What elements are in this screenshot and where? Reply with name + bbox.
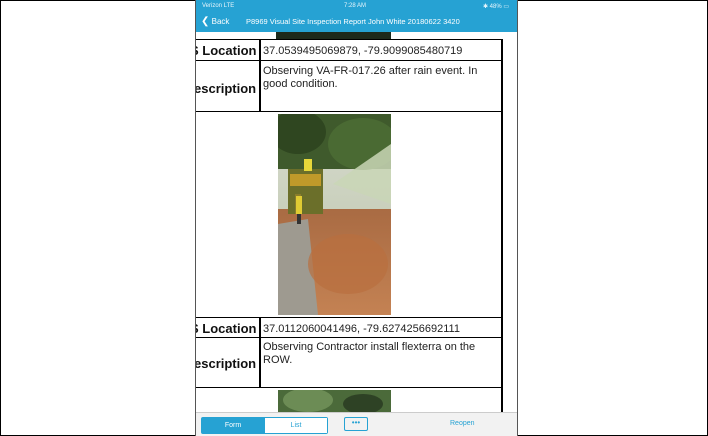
description-label: escription	[196, 356, 257, 371]
description-value: Observing VA-FR-017.26 after rain event.…	[263, 65, 478, 90]
table-divider	[259, 39, 261, 111]
report-photo-top	[276, 32, 391, 39]
battery-indicator: ✱ 48% ▭	[482, 4, 509, 10]
chevron-left-icon: ❮	[201, 16, 210, 27]
more-options-button[interactable]: •••	[344, 417, 368, 431]
battery-icon: ▭	[503, 4, 509, 10]
report-content[interactable]: S Location 37.0539495069879, -79.9099085…	[196, 32, 517, 412]
report-photo-next[interactable]	[278, 390, 391, 412]
table-rule	[196, 337, 501, 338]
table-divider	[259, 317, 261, 387]
table-rule	[196, 60, 501, 61]
bottom-toolbar: Form List ••• Reopen	[196, 412, 517, 436]
table-rule	[196, 111, 501, 112]
page-title: P8969 Visual Site Inspection Report John…	[246, 17, 460, 26]
location-label: S Location	[196, 43, 257, 58]
table-rule	[196, 317, 501, 318]
table-rule	[196, 387, 501, 388]
battery-percent: 48%	[489, 4, 502, 10]
status-bar: Verizon LTE 7:28 AM ✱ 48% ▭	[196, 0, 517, 12]
form-tab[interactable]: Form	[202, 418, 264, 433]
report-photo[interactable]	[278, 114, 391, 315]
table-border-right	[501, 39, 503, 412]
location-label: S Location	[196, 321, 257, 336]
location-value: 37.0112060041496, -79.6274256692111	[263, 323, 460, 335]
photo-contractor-hydroseeding	[278, 114, 391, 315]
back-button[interactable]: ❮ Back	[201, 16, 229, 27]
description-value: Observing Contractor install flexterra o…	[263, 341, 476, 366]
view-segmented-control: Form List	[201, 417, 328, 434]
location-value: 37.0539495069879, -79.9099085480719	[263, 45, 463, 57]
back-label: Back	[211, 17, 230, 26]
carrier-label: Verizon LTE	[202, 3, 235, 9]
reopen-button[interactable]: Reopen	[450, 420, 475, 427]
list-tab[interactable]: List	[264, 418, 327, 433]
photo-vegetation	[278, 390, 391, 412]
clock: 7:28 AM	[344, 3, 367, 9]
device-screen: Verizon LTE 7:28 AM ✱ 48% ▭ ❮ Back P8969…	[195, 0, 518, 436]
table-rule	[196, 39, 501, 40]
nav-bar: ❮ Back P8969 Visual Site Inspection Repo…	[196, 12, 517, 32]
description-label: escription	[196, 81, 257, 96]
